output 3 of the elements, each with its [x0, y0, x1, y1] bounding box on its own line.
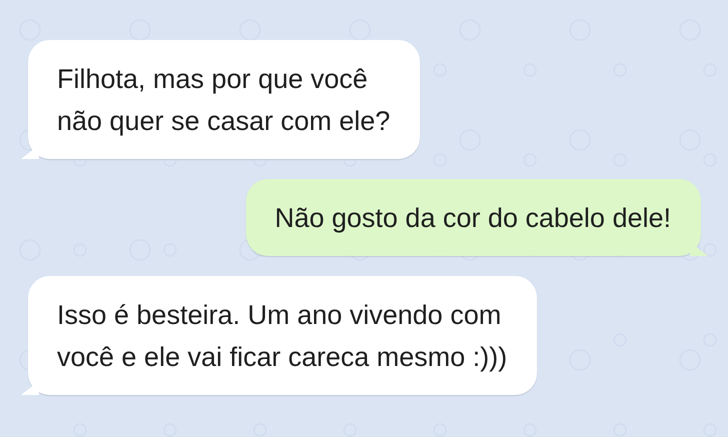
message-text: Isso é besteira. Um ano vivendo com você e ele vai ficar careca mesmo :))) [57, 299, 508, 374]
message-text: Filhota, mas por que você não quer se casar com ele? [57, 63, 390, 138]
message-text: Não gosto da cor do cabelo dele! [274, 202, 671, 235]
